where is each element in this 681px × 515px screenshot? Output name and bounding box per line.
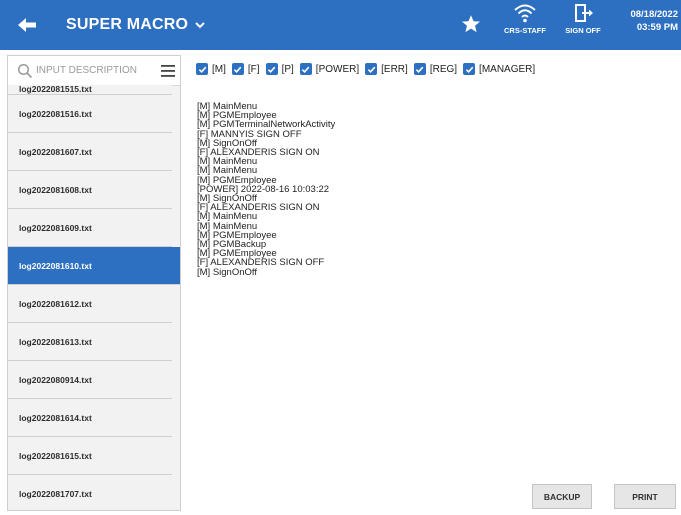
back-button[interactable]	[14, 12, 42, 38]
sign-off-label: SIGN OFF	[565, 26, 601, 35]
wifi-icon	[514, 4, 536, 23]
favorite-button[interactable]	[460, 13, 482, 35]
log-line: [M] SignOnOff	[197, 266, 258, 278]
filter-m[interactable]: [M]	[196, 63, 226, 75]
file-item[interactable]: log2022081707.txt	[8, 475, 172, 510]
file-item[interactable]: log2022080914.txt	[8, 361, 172, 399]
network-label: CRS-STAFF	[504, 26, 546, 35]
star-icon	[462, 15, 480, 33]
chevron-down-icon	[195, 22, 205, 29]
checkmark-icon	[416, 66, 424, 73]
file-item[interactable]: log2022081612.txt	[8, 285, 172, 323]
print-button[interactable]: PRINT	[614, 484, 676, 509]
filter-label: [POWER]	[315, 63, 360, 75]
checkmark-icon	[302, 66, 310, 73]
file-item[interactable]: log2022081615.txt	[8, 437, 172, 475]
log-line: [M] PGMEmployee	[197, 229, 277, 241]
filter-manager[interactable]: [MANAGER]	[463, 63, 535, 75]
sign-off-icon	[575, 4, 593, 22]
filter-reg[interactable]: [REG]	[413, 63, 458, 75]
log-line: [F] ALEXANDERIS SIGN OFF	[197, 257, 325, 269]
log-line: [POWER] 2022-08-16 10:03:22	[197, 183, 330, 195]
file-item[interactable]: log2022081610.txt	[8, 247, 180, 285]
log-line: [F] ALEXANDERIS SIGN ON	[197, 202, 320, 214]
date-text: 08/18/2022	[630, 9, 678, 20]
menu-icon[interactable]	[160, 64, 176, 78]
filter-p[interactable]: [P]	[265, 63, 294, 75]
log-line: [F] MANNYIS SIGN OFF	[197, 128, 302, 140]
filter-err[interactable]: [ERR]	[365, 63, 408, 75]
checkbox-checked[interactable]	[413, 63, 426, 75]
checkmark-icon	[367, 66, 375, 73]
log-viewer: [M] [F] [P] [POWER] [ERR] [REG] [MANAGER…	[187, 55, 681, 511]
file-item[interactable]: log2022081515.txt	[8, 85, 172, 95]
file-item[interactable]: log2022081607.txt	[8, 133, 172, 171]
search-icon	[17, 63, 33, 78]
filter-bar: [M] [F] [P] [POWER] [ERR] [REG] [MANAGER…	[196, 63, 541, 75]
filter-label: [REG]	[429, 63, 458, 75]
checkmark-icon	[465, 66, 473, 73]
checkbox-checked[interactable]	[299, 63, 312, 75]
page-title: SUPER MACRO	[66, 16, 189, 33]
search-input[interactable]	[36, 65, 154, 76]
filter-label: [P]	[281, 63, 294, 75]
checkbox-checked[interactable]	[231, 63, 244, 75]
file-item[interactable]: log2022081614.txt	[8, 399, 172, 437]
log-line: [M] MainMenu	[197, 211, 258, 223]
checkbox-checked[interactable]	[463, 63, 476, 75]
checkmark-icon	[267, 66, 276, 73]
checkmark-icon	[234, 66, 242, 73]
filter-label: [F]	[247, 63, 260, 75]
time-text: 03:59 PM	[636, 22, 678, 33]
sign-off-button[interactable]: SIGN OFF	[554, 2, 612, 48]
filter-power[interactable]: [POWER]	[299, 63, 360, 75]
checkbox-checked[interactable]	[265, 63, 278, 75]
title-dropdown[interactable]: SUPER MACRO	[66, 13, 206, 37]
search-bar	[8, 56, 180, 86]
back-arrow-icon	[18, 18, 36, 32]
file-item[interactable]: log2022081613.txt	[8, 323, 172, 361]
filter-label: [M]	[212, 63, 226, 75]
scrollbar-thumb[interactable]	[171, 248, 174, 262]
file-list-panel: log2022081515.txt log2022081516.txt log2…	[7, 55, 181, 511]
file-item[interactable]: log2022081608.txt	[8, 171, 172, 209]
backup-button[interactable]: BACKUP	[532, 484, 592, 509]
log-line: [F] ALEXANDERIS SIGN ON	[197, 147, 320, 159]
checkmark-icon	[198, 66, 206, 73]
filter-f[interactable]: [F]	[231, 63, 260, 75]
checkbox-checked[interactable]	[365, 63, 378, 75]
top-bar: SUPER MACRO CRS-STAFF SIGN OFF 08/18/202…	[0, 0, 681, 50]
filter-label: [ERR]	[381, 63, 408, 75]
network-button[interactable]: CRS-STAFF	[496, 2, 554, 48]
clock: 08/18/2022 03:59 PM	[620, 8, 678, 34]
file-item[interactable]: log2022081609.txt	[8, 209, 172, 247]
file-item[interactable]: log2022081516.txt	[8, 95, 172, 133]
filter-label: [MANAGER]	[479, 63, 536, 75]
log-line: [M] MainMenu	[197, 156, 258, 168]
checkbox-checked[interactable]	[196, 63, 208, 75]
log-content: [M] MainMenu [M] PGMEmployee [M] PGMTerm…	[197, 102, 667, 277]
